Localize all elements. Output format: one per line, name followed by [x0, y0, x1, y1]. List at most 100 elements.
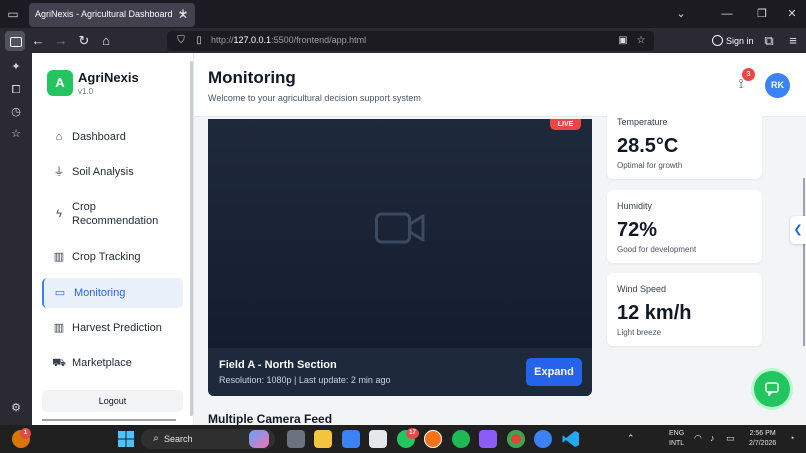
- tab-list-icon[interactable]: ▭: [4, 5, 22, 23]
- nav-label: Soil Analysis: [72, 166, 134, 178]
- nav-item-soil-analysis[interactable]: ⏚ Soil Analysis: [42, 160, 183, 184]
- browser-tab[interactable]: AgriNexis - Agricultural Dashboard ✕: [29, 3, 195, 27]
- stat-note: Optimal for growth: [617, 161, 683, 170]
- notification-badge: 3: [742, 68, 755, 81]
- browser-sidebar: ✦ ⧠ ◷ ☆ ⚙: [0, 53, 32, 425]
- notification-center-icon[interactable]: ◔: [789, 433, 794, 443]
- cart-icon: ⛟: [52, 357, 66, 369]
- nav-item-crop-recommendation[interactable]: ϟ Crop Recommendation: [42, 195, 183, 233]
- settings-gear-icon[interactable]: ⚙: [8, 400, 24, 416]
- browser-nav-bar: ← → ↻ ⌂ ⛉ ▯ http://127.0.0.1:5500/fronte…: [0, 28, 806, 53]
- restore-icon[interactable]: ❐: [753, 5, 771, 23]
- sign-in-button[interactable]: Sign in: [712, 32, 754, 50]
- stat-label: Humidity: [617, 201, 653, 211]
- battery-icon[interactable]: ▭: [726, 433, 735, 444]
- url-host: 127.0.0.1: [233, 35, 272, 45]
- nav-item-crop-tracking[interactable]: ▥ Crop Tracking: [42, 245, 183, 269]
- chevron-left-icon[interactable]: ❮: [790, 216, 806, 244]
- history-icon[interactable]: ◷: [8, 104, 24, 120]
- live-badge: LIVE: [550, 119, 581, 130]
- onenote-icon[interactable]: [479, 430, 497, 448]
- windows-start-icon[interactable]: [117, 430, 135, 448]
- taskbar: 1 ⌕ Search 17 ⌃ ENG INTL ◠ ♪ ▭ 2:56 PM 2…: [0, 425, 806, 453]
- camera-meta: Resolution: 1080p | Last update: 2 min a…: [219, 375, 391, 385]
- chat-button[interactable]: [754, 371, 790, 407]
- page-title: Monitoring: [208, 68, 296, 87]
- language-bottom: INTL: [669, 440, 685, 447]
- stat-note: Good for development: [617, 245, 697, 254]
- chat-icon: [765, 382, 779, 396]
- photos-icon[interactable]: [342, 430, 360, 448]
- search-highlight-icon: [249, 430, 269, 448]
- minimize-icon[interactable]: —: [718, 5, 736, 23]
- ai-chatbot-icon[interactable]: ✦: [8, 59, 24, 75]
- expand-button[interactable]: Expand: [526, 358, 582, 386]
- tray-overflow-icon[interactable]: ⌃: [627, 433, 635, 444]
- whatsapp-badge: 17: [406, 428, 419, 439]
- user-avatar[interactable]: RK: [765, 73, 790, 98]
- bookmark-star-icon[interactable]: ☆: [633, 33, 649, 49]
- back-icon[interactable]: ←: [28, 31, 48, 51]
- wifi-icon[interactable]: ◠: [694, 433, 702, 444]
- extensions-icon[interactable]: ⧉: [759, 31, 779, 51]
- stat-value: 72%: [617, 219, 658, 241]
- language-indicator[interactable]: ENG INTL: [669, 429, 684, 449]
- stat-label: Wind Speed: [617, 284, 667, 294]
- new-tab-icon[interactable]: +: [174, 5, 192, 23]
- stat-note: Light breeze: [617, 328, 662, 337]
- camera-feed-card: LIVE Field A - North Section Resolution:…: [208, 119, 592, 396]
- chrome-icon[interactable]: [507, 430, 525, 448]
- telegram-icon[interactable]: [534, 430, 552, 448]
- brand-version: v1.0: [78, 87, 94, 96]
- nav-item-harvest-prediction[interactable]: ▥ Harvest Prediction: [42, 316, 183, 340]
- nav-label: Dashboard: [72, 131, 126, 143]
- taskbar-search[interactable]: ⌕ Search: [141, 429, 275, 449]
- search-icon: ⌕: [153, 433, 159, 444]
- sidebar-toggle-icon[interactable]: [5, 31, 25, 51]
- reload-icon[interactable]: ↻: [74, 31, 94, 51]
- video-camera-icon: [375, 212, 425, 244]
- url-path: :5500/frontend/app.html: [271, 35, 367, 45]
- store-icon[interactable]: [369, 430, 387, 448]
- spotify-icon[interactable]: [452, 430, 470, 448]
- nav-label: Crop Recommendation: [72, 201, 159, 227]
- home-icon[interactable]: ⌂: [96, 31, 116, 51]
- widget-badge: 1: [20, 428, 31, 439]
- sidebar-divider: [42, 419, 176, 421]
- lightning-icon: ϟ: [56, 208, 62, 220]
- menu-icon[interactable]: ≡: [783, 31, 803, 51]
- app-viewport: A AgriNexis v1.0 ⌂ Dashboard ⏚ Soil Anal…: [32, 53, 806, 425]
- shield-icon[interactable]: ⛉: [173, 33, 189, 49]
- volume-icon[interactable]: ♪: [710, 433, 715, 443]
- nav-item-monitoring[interactable]: ▭ Monitoring: [42, 278, 183, 308]
- soil-icon: ⏚: [53, 166, 65, 178]
- nav-label: Monitoring: [74, 287, 126, 299]
- nav-item-dashboard[interactable]: ⌂ Dashboard: [42, 125, 183, 149]
- chevron-down-icon[interactable]: ⌄: [672, 5, 690, 23]
- file-explorer-icon[interactable]: [314, 430, 332, 448]
- system-clock[interactable]: 2:56 PM 2/7/2026: [749, 429, 776, 449]
- tab-title: AgriNexis - Agricultural Dashboard: [35, 9, 173, 19]
- page-info-icon[interactable]: ▯: [191, 33, 207, 49]
- nav-item-marketplace[interactable]: ⛟ Marketplace: [42, 351, 183, 375]
- logout-button[interactable]: Logout: [42, 390, 183, 412]
- task-view-icon[interactable]: [287, 430, 305, 448]
- url-bar[interactable]: ⛉ ▯ http://127.0.0.1:5500/frontend/app.h…: [167, 31, 654, 51]
- app-sidebar: A AgriNexis v1.0 ⌂ Dashboard ⏚ Soil Anal…: [32, 53, 194, 425]
- reader-view-icon[interactable]: ▣: [615, 33, 631, 49]
- close-window-icon[interactable]: ✕: [783, 5, 801, 23]
- url-prefix: http://: [211, 35, 234, 45]
- vscode-icon[interactable]: [562, 430, 580, 448]
- brand-logo: A: [47, 70, 73, 96]
- forward-icon[interactable]: →: [51, 31, 71, 51]
- page-scrollbar[interactable]: [803, 178, 805, 346]
- account-icon: [712, 35, 723, 46]
- firefox-icon[interactable]: [424, 430, 442, 448]
- video-feed[interactable]: LIVE: [208, 119, 592, 348]
- bookmarks-icon[interactable]: ☆: [8, 126, 24, 142]
- page-subtitle: Welcome to your agricultural decision su…: [208, 93, 421, 103]
- url-text[interactable]: http://127.0.0.1:5500/frontend/app.html: [211, 35, 366, 45]
- stat-value: 12 km/h: [617, 302, 692, 324]
- synced-tabs-icon[interactable]: ⧠: [8, 82, 24, 98]
- sidebar-scrollbar[interactable]: [190, 61, 193, 416]
